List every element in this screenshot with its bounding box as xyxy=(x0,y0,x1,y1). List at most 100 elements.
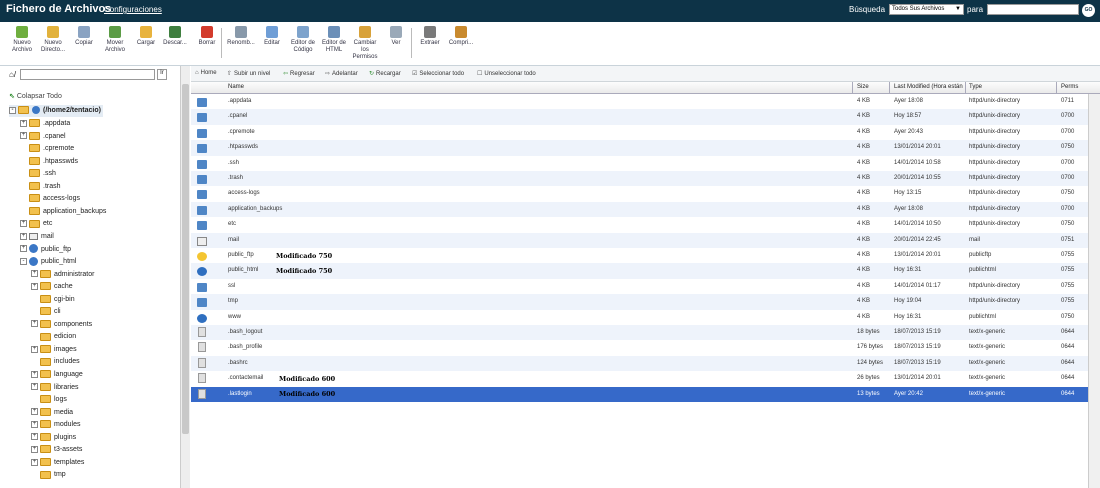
column-size[interactable]: Size xyxy=(857,84,869,90)
file-perms[interactable]: 0711 xyxy=(1061,98,1074,104)
file-perms[interactable]: 0700 xyxy=(1061,129,1074,135)
expand-toggle[interactable]: + xyxy=(20,220,27,228)
file-name[interactable]: public_html xyxy=(228,267,258,273)
grid-scrollbar[interactable] xyxy=(1088,94,1100,488)
table-row[interactable]: .bashrc 124 bytes 18/07/2013 15:19 text/x-g… xyxy=(191,355,1088,372)
file-perms[interactable]: 0750 xyxy=(1061,144,1074,150)
table-row[interactable]: application_backups 4 KB Ayer 18:08 httpd/u… xyxy=(191,201,1088,218)
tree-item[interactable]: + language xyxy=(31,369,83,381)
tree-item[interactable]: - public_html xyxy=(20,256,76,268)
file-perms[interactable]: 0751 xyxy=(1061,237,1074,243)
file-name[interactable]: .bash_profile xyxy=(228,344,262,350)
scrollbar-thumb[interactable] xyxy=(182,84,189,434)
expand-toggle[interactable]: + xyxy=(31,370,38,378)
tree-item[interactable]: access-logs xyxy=(20,193,80,205)
toolbar-button[interactable]: Mover Archivo xyxy=(101,26,129,54)
file-perms[interactable]: 0755 xyxy=(1061,267,1074,273)
file-perms[interactable]: 0755 xyxy=(1061,298,1074,304)
expand-toggle[interactable]: + xyxy=(31,420,38,428)
file-name[interactable]: .htpasswds xyxy=(228,144,258,150)
search-input[interactable] xyxy=(987,4,1079,15)
select-all-nav[interactable]: ☑ Seleccionar todo xyxy=(412,70,464,77)
expand-toggle[interactable]: + xyxy=(20,132,27,140)
toolbar-button[interactable]: Compri... xyxy=(447,26,475,47)
tree-item[interactable]: logs xyxy=(31,394,67,406)
tree-item[interactable]: .htpasswds xyxy=(20,156,78,168)
file-name[interactable]: etc xyxy=(228,221,236,227)
expand-toggle[interactable]: + xyxy=(31,270,38,278)
tree-item[interactable]: edicion xyxy=(31,331,76,343)
tree-item[interactable]: + media xyxy=(31,407,73,419)
table-row[interactable]: mail 4 KB 20/01/2014 22:45 mail 0751 xyxy=(191,232,1088,248)
file-name[interactable]: public_ftp xyxy=(228,252,254,258)
up-level-nav[interactable]: ⇧ Subir un nivel xyxy=(227,70,270,77)
table-row[interactable]: .appdata 4 KB Ayer 18:08 httpd/unix-directo… xyxy=(191,94,1088,109)
tree-item[interactable]: tmp xyxy=(31,469,66,481)
tree-root[interactable]: - (/home2/tentacio) xyxy=(9,105,103,117)
expand-toggle[interactable]: + xyxy=(20,245,27,253)
expand-toggle[interactable]: + xyxy=(31,320,38,328)
file-name[interactable]: tmp xyxy=(228,298,238,304)
table-row[interactable]: .cpanel 4 KB Hoy 18:57 httpd/unix-directory… xyxy=(191,109,1088,125)
tree-item[interactable]: .ssh xyxy=(20,168,56,180)
tree-item[interactable]: + cache xyxy=(31,281,73,293)
toolbar-button[interactable]: Editor de HTML xyxy=(320,26,348,54)
tree-item[interactable]: + mail xyxy=(20,231,54,243)
toolbar-button[interactable]: Copiar xyxy=(70,26,98,47)
go-path-button[interactable]: Ir xyxy=(157,69,167,80)
settings-link[interactable]: Configuraciones xyxy=(104,5,162,14)
table-row[interactable]: .bash_profile 176 bytes 18/07/2013 15:19 te… xyxy=(191,340,1088,355)
tree-item[interactable]: + t3-assets xyxy=(31,444,82,456)
file-perms[interactable]: 0644 xyxy=(1061,329,1074,335)
file-perms[interactable]: 0700 xyxy=(1061,113,1074,119)
file-perms[interactable]: 0755 xyxy=(1061,252,1074,258)
table-row[interactable]: ssl 4 KB 14/01/2014 01:17 httpd/unix-direct… xyxy=(191,279,1088,294)
unselect-all-nav[interactable]: ☐ Unseleccionar todo xyxy=(477,70,536,77)
expand-toggle[interactable]: + xyxy=(20,119,27,127)
tree-scrollbar[interactable] xyxy=(180,66,190,488)
toolbar-button[interactable]: Borrar xyxy=(193,26,221,47)
toolbar-button[interactable]: Cargar xyxy=(132,26,160,47)
tree-item[interactable]: + public_ftp xyxy=(20,244,71,256)
expand-toggle[interactable]: + xyxy=(20,232,27,240)
tree-item[interactable]: + images xyxy=(31,344,77,356)
expand-toggle[interactable]: + xyxy=(31,282,38,290)
tree-item[interactable]: + templates xyxy=(31,457,84,469)
toolbar-button[interactable]: Nuevo Directo... xyxy=(39,26,67,54)
file-perms[interactable]: 0644 xyxy=(1061,360,1074,366)
toolbar-button[interactable]: Renomb... xyxy=(227,26,255,47)
expand-toggle[interactable]: + xyxy=(31,345,38,353)
tree-item[interactable]: + plugins xyxy=(31,432,76,444)
tree-item[interactable]: cli xyxy=(31,306,61,318)
table-row[interactable]: tmp 4 KB Hoy 19:04 httpd/unix-directory 0755 xyxy=(191,294,1088,310)
file-perms[interactable]: 0644 xyxy=(1061,391,1074,397)
expand-toggle[interactable]: + xyxy=(31,383,38,391)
table-row-selected[interactable]: .lastlogin Modificado 600 13 bytes Ayer 20:… xyxy=(191,386,1088,402)
tree-item[interactable]: + .appdata xyxy=(20,118,70,130)
file-name[interactable]: .cpremote xyxy=(228,129,255,135)
file-perms[interactable]: 0700 xyxy=(1061,160,1074,166)
file-name[interactable]: .cpanel xyxy=(228,113,247,119)
go-button[interactable]: GO xyxy=(1082,4,1095,17)
table-row[interactable]: .contactemail Modificado 600 26 bytes 13/01… xyxy=(191,371,1088,386)
expand-toggle[interactable]: + xyxy=(31,408,38,416)
file-perms[interactable]: 0755 xyxy=(1061,283,1074,289)
column-type[interactable]: Type xyxy=(969,84,982,90)
file-name[interactable]: .bashrc xyxy=(228,360,248,366)
back-nav[interactable]: ⇦ Regresar xyxy=(283,70,315,77)
forward-nav[interactable]: ⇨ Adelantar xyxy=(325,70,358,77)
file-perms[interactable]: 0644 xyxy=(1061,375,1074,381)
file-perms[interactable]: 0750 xyxy=(1061,314,1074,320)
file-name[interactable]: .appdata xyxy=(228,98,251,104)
expand-toggle[interactable]: - xyxy=(20,257,27,265)
file-name[interactable]: www xyxy=(228,314,241,320)
expand-toggle[interactable]: + xyxy=(31,445,38,453)
table-row[interactable]: public_ftp Modificado 750 4 KB 13/01/2014 2… xyxy=(191,248,1088,263)
file-perms[interactable]: 0750 xyxy=(1061,190,1074,196)
toolbar-button[interactable]: Descar... xyxy=(161,26,189,47)
tree-item[interactable]: cgi-bin xyxy=(31,294,75,306)
toolbar-button[interactable]: Editor de Código xyxy=(289,26,317,54)
table-row[interactable]: .ssh 4 KB 14/01/2014 10:58 httpd/unix-direc… xyxy=(191,156,1088,171)
file-name[interactable]: .trash xyxy=(228,175,243,181)
table-row[interactable]: .htpasswds 4 KB 13/01/2014 20:01 httpd/unix… xyxy=(191,140,1088,156)
